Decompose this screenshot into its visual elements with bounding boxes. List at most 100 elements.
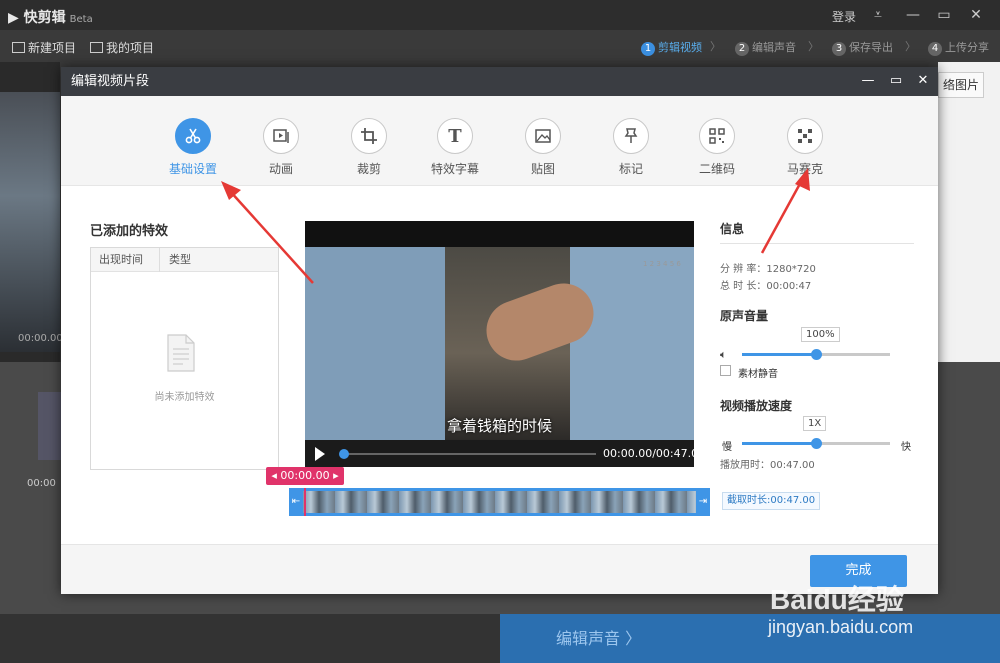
close-icon[interactable]: ✕ [966,5,986,25]
new-project-label: 新建项目 [28,41,77,55]
empty-document-icon [167,334,195,372]
resolution-label: 分 辨 率： [720,264,767,275]
step-label: 上传分享 [945,41,989,54]
tab-label: 贴图 [530,162,555,176]
step-label: 编辑声音 [752,41,796,54]
chevron-right-icon: 〉 [808,40,819,53]
resolution-value: 1280*720 [766,264,816,275]
cut-start-tag[interactable]: ◂ 00:00.00 ▸ [266,467,344,485]
app-logo: ▶ 快剪辑 Beta [8,7,93,27]
empty-effects-text: 尚未添加特效 [154,392,215,403]
play-icon[interactable] [315,447,325,461]
mute-checkbox[interactable] [720,365,731,376]
play-time-value: 00:47.00 [770,460,815,471]
beta-label: Beta [69,14,93,25]
volume-slider[interactable] [742,349,890,360]
trim-right-handle[interactable]: ⇥ [696,488,710,516]
app-titlebar: ▶ 快剪辑 Beta 登录 ⩡ — ▭ ✕ [0,0,1000,30]
edit-audio-button[interactable]: 编辑声音 〉 [500,614,1000,663]
speed-slider[interactable] [742,438,890,449]
minimize-icon[interactable]: — [903,5,923,25]
trim-left-handle[interactable]: ⇤ [289,488,303,516]
mosaic-icon [787,118,823,154]
step-export[interactable]: 3 保存导出 [832,39,893,56]
duration-row: 总 时 长：00:00:47 [720,277,811,292]
tab-effect-subtitles[interactable]: T 特效字幕 [420,118,490,177]
player-controls: 00:00.00/00:47.00 [305,440,705,467]
timeline-start-time: 00:00 [27,478,56,489]
clip-thumbnail[interactable] [38,392,62,460]
edit-clip-dialog: 编辑视频片段 — ▭ ✕ 基础设置 动画 裁剪 T 特效字幕 贴图 标记 二维码… [61,67,938,594]
maximize-icon[interactable]: ▭ [934,5,954,25]
volume-knob[interactable] [811,349,822,360]
speaker-icon[interactable]: 🔈︎ [720,348,727,362]
duration-label: 总 时 长： [720,281,767,292]
tab-label: 二维码 [698,162,735,176]
preview-frame [0,92,60,352]
speed-knob[interactable] [811,438,822,449]
play-logo-icon: ▶ [8,10,24,26]
clip-strip[interactable]: ⇤ ⇥ [289,488,710,516]
video-player: 1 2 3 4 5 6 拿着钱箱的时候 00:00.00/00:47.00 [305,221,705,467]
pin-icon [613,118,649,154]
speed-value: 1X [803,416,827,431]
progress-knob[interactable] [339,449,349,459]
col-time[interactable]: 出现时间 [99,248,143,272]
text-icon: T [437,118,473,154]
maximize-icon[interactable]: ▭ [887,72,905,90]
tab-mosaic[interactable]: 马赛克 [770,118,840,177]
tab-label: 特效字幕 [430,162,479,176]
column-divider [159,248,160,272]
step-num: 1 [641,42,655,56]
tab-label: 马赛克 [786,162,823,176]
speed-fill [742,442,816,445]
play-time-row: 播放用时：00:47.00 [720,456,815,471]
cut-length: 截取时长:00:47.00 [722,492,821,510]
image-icon [525,118,561,154]
fast-label: 快 [901,442,911,453]
app-title: 快剪辑 [23,10,66,26]
preview-time: 00:00.00 [18,333,63,344]
right-panel [938,62,1000,362]
cut-start-time: 00:00.00 [280,469,330,482]
step-num: 3 [832,42,846,56]
tab-basic-settings[interactable]: 基础设置 [158,118,228,177]
tab-marker[interactable]: 标记 [596,118,666,177]
tab-label: 动画 [268,162,293,176]
col-type[interactable]: 类型 [169,248,191,272]
tab-label: 基础设置 [168,162,217,176]
clip-frames [303,491,696,513]
tab-bar: 基础设置 动画 裁剪 T 特效字幕 贴图 标记 二维码 马赛克 [61,96,938,186]
my-projects-button[interactable]: 我的项目 [90,39,154,56]
tab-sticker[interactable]: 贴图 [508,118,578,177]
step-share[interactable]: 4 上传分享 [928,39,989,56]
video-figure-left [305,247,445,440]
tab-qrcode[interactable]: 二维码 [682,118,752,177]
tab-crop[interactable]: 裁剪 [334,118,404,177]
close-icon[interactable]: ✕ [914,72,932,90]
step-edit-audio[interactable]: 2 编辑声音 [735,39,796,56]
main-preview [0,62,60,362]
step-num: 4 [928,42,942,56]
play-time-label: 播放用时： [720,460,770,471]
scissors-icon [175,118,211,154]
mute-label: 素材静音 [738,369,778,380]
volume-title: 原声音量 [720,309,769,323]
divider [720,243,914,244]
video-frame[interactable]: 1 2 3 4 5 6 拿着钱箱的时候 [305,247,694,440]
plus-icon [12,42,25,53]
playhead-marker[interactable] [304,488,306,516]
tab-animation[interactable]: 动画 [246,118,316,177]
menu-icon[interactable]: ⩡ [868,5,888,25]
minimize-icon[interactable]: — [859,72,877,90]
step-edit-video[interactable]: 1 剪辑视频 [641,39,702,56]
speed-title: 视频播放速度 [720,399,793,413]
info-title: 信息 [720,222,745,236]
login-link[interactable]: 登录 [832,8,856,25]
progress-bar[interactable] [339,449,596,459]
new-project-button[interactable]: 新建项目 [12,39,76,56]
step-label: 保存导出 [849,41,893,54]
net-image-button[interactable]: 络图片 [938,72,984,98]
time-readout: 00:00.00/00:47.00 [603,447,706,460]
effects-table-header: 出现时间 类型 [91,248,278,272]
